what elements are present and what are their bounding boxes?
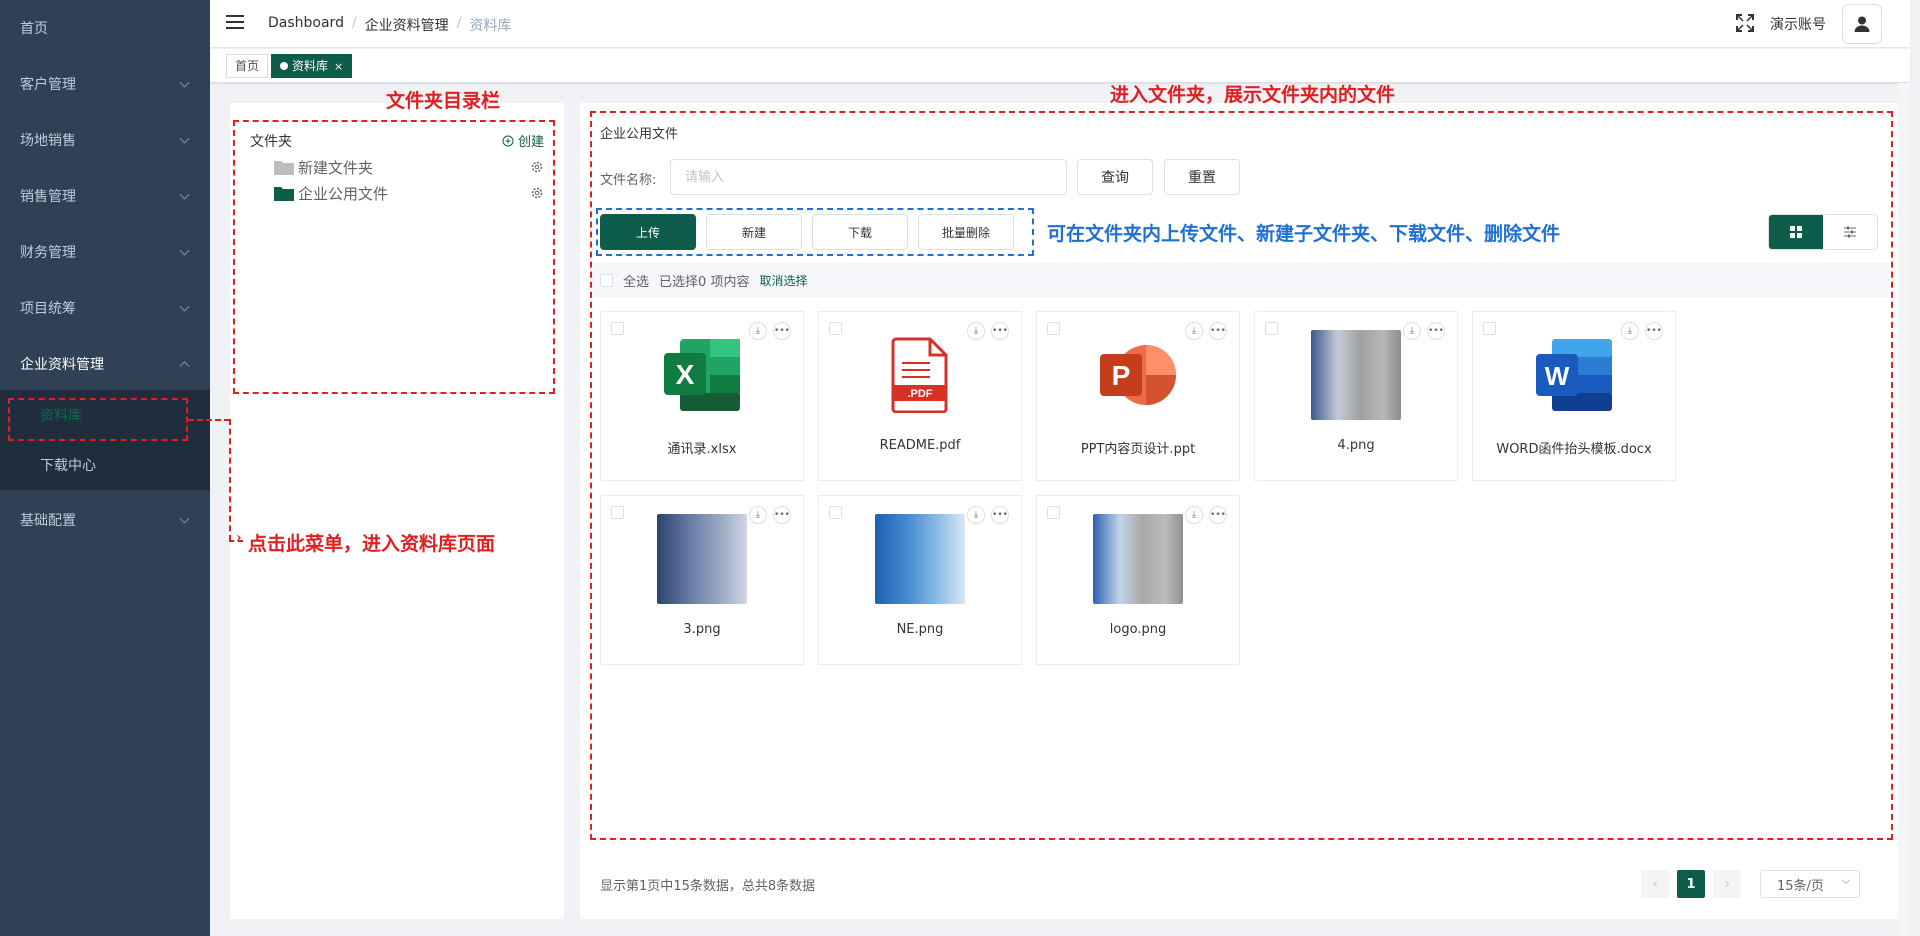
breadcrumb-item[interactable]: 企业资料管理 [365, 15, 449, 35]
sidebar-item-base-config[interactable]: 基础配置 [0, 492, 210, 548]
page-size-select[interactable]: 15条/页 [1760, 870, 1860, 898]
chevron-down-icon [179, 301, 190, 312]
top-navbar: Dashboard / 企业资料管理 / 资料库 演示账号 [210, 0, 1910, 48]
sidebar: 首页 客户管理 场地销售 销售管理 财务管理 项目统筹 企业资料管理 资料库 下… [0, 0, 210, 936]
page-scrollbar[interactable] [1898, 83, 1910, 936]
account-name[interactable]: 演示账号 [1770, 14, 1826, 34]
sidebar-item-documents[interactable]: 企业资料管理 [0, 336, 210, 392]
sidebar-item-home[interactable]: 首页 [0, 0, 210, 56]
sidebar-item-sales[interactable]: 销售管理 [0, 168, 210, 224]
sidebar-item-customers[interactable]: 客户管理 [0, 56, 210, 112]
sidebar-item-label: 基础配置 [20, 513, 76, 529]
annotation-folder-tree-box [233, 120, 555, 394]
sidebar-item-label: 首页 [20, 21, 48, 37]
fullscreen-icon[interactable] [1736, 14, 1754, 32]
sidebar-item-download-center[interactable]: 下载中心 [0, 440, 210, 490]
annotation-content-label: 进入文件夹，展示文件夹内的文件 [1110, 84, 1396, 106]
sidebar-item-label: 企业资料管理 [20, 357, 104, 373]
sidebar-item-label: 财务管理 [20, 245, 76, 261]
chevron-down-icon [179, 133, 190, 144]
chevron-down-icon [179, 245, 190, 256]
tag-home[interactable]: 首页 [226, 54, 269, 78]
sidebar-item-venue-sales[interactable]: 场地销售 [0, 112, 210, 168]
annotation-actions-label: 可在文件夹内上传文件、新建子文件夹、下载文件、删除文件 [1047, 223, 1561, 245]
breadcrumb: Dashboard / 企业资料管理 / 资料库 [268, 15, 512, 35]
sidebar-item-label: 客户管理 [20, 77, 76, 93]
tag-label: 资料库 [292, 59, 329, 73]
active-dot-icon [280, 62, 288, 70]
annotation-connector [229, 419, 231, 541]
tags-view: 首页 资料库 × [210, 49, 1910, 83]
sidebar-item-finance[interactable]: 财务管理 [0, 224, 210, 280]
next-page-button[interactable]: › [1713, 870, 1741, 898]
sidebar-item-label: 场地销售 [20, 133, 76, 149]
pagination-info: 显示第1页中15条数据，总共8条数据 [600, 879, 816, 894]
sidebar-item-projects[interactable]: 项目统筹 [0, 280, 210, 336]
close-icon[interactable]: × [334, 60, 343, 73]
breadcrumb-item[interactable]: Dashboard [268, 15, 344, 35]
prev-page-button[interactable]: ‹ [1641, 870, 1669, 898]
sidebar-item-label: 下载中心 [40, 458, 96, 474]
tag-library[interactable]: 资料库 × [271, 54, 353, 78]
annotation-actions-box [596, 208, 1034, 256]
breadcrumb-item: 资料库 [469, 18, 512, 34]
avatar[interactable] [1842, 4, 1882, 44]
sidebar-item-label: 销售管理 [20, 189, 76, 205]
hamburger-menu-icon[interactable] [226, 15, 244, 31]
annotation-menu-label: 点击此菜单，进入资料库页面 [248, 533, 496, 555]
chevron-down-icon [179, 513, 190, 524]
chevron-up-icon [179, 361, 190, 372]
sidebar-item-label: 项目统筹 [20, 301, 76, 317]
annotation-folder-tree-label: 文件夹目录栏 [386, 90, 501, 112]
annotation-menu-box [8, 398, 188, 441]
chevron-down-icon [179, 189, 190, 200]
page-number-button[interactable]: 1 [1677, 870, 1705, 898]
user-icon [1854, 16, 1870, 32]
chevron-down-icon [179, 77, 190, 88]
chevron-down-icon [1841, 875, 1851, 885]
annotation-connector [188, 419, 230, 421]
arrow-right-icon: › [236, 530, 242, 546]
tag-label: 首页 [235, 59, 260, 73]
